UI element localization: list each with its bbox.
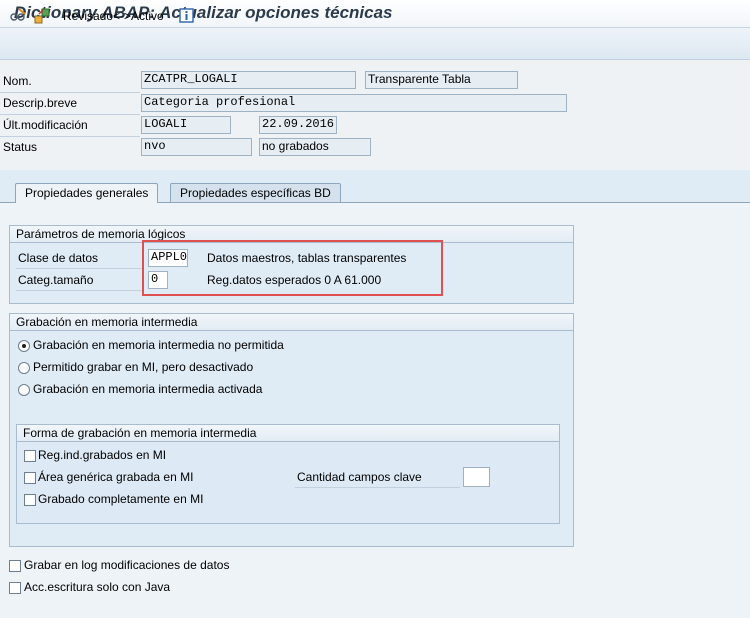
checkbox-log-data-changes[interactable] bbox=[9, 560, 21, 572]
last-modified-user-field: LOGALI bbox=[141, 116, 231, 134]
radio-label[interactable]: Grabación en memoria intermedia activada bbox=[33, 382, 262, 396]
checkbox-java-write-access[interactable] bbox=[9, 582, 21, 594]
application-toolbar bbox=[0, 28, 750, 60]
status-text-field: no grabados bbox=[259, 138, 371, 156]
last-modified-label: Últ.modificación bbox=[3, 118, 88, 132]
checkbox-generic-area[interactable] bbox=[24, 472, 36, 484]
highlight-box bbox=[142, 240, 443, 296]
glasses-pencil-icon[interactable] bbox=[9, 7, 27, 25]
divider bbox=[0, 136, 140, 137]
last-modified-date-field: 22.09.2016 bbox=[259, 116, 337, 134]
checkbox-label[interactable]: Reg.ind.grabados en MI bbox=[38, 448, 166, 462]
key-fields-count-input[interactable] bbox=[463, 467, 490, 487]
divider bbox=[295, 487, 460, 488]
status-field: nvo bbox=[141, 138, 252, 156]
size-category-label: Categ.tamaño bbox=[18, 273, 94, 287]
descrip-label: Descrip.breve bbox=[3, 96, 78, 110]
tab-general-properties[interactable]: Propiedades generales bbox=[15, 183, 159, 203]
checkbox-label[interactable]: Acc.escritura solo con Java bbox=[24, 580, 170, 594]
divider bbox=[16, 268, 142, 269]
activate-icon[interactable] bbox=[33, 7, 51, 25]
key-fields-label: Cantidad campos clave bbox=[297, 470, 422, 484]
table-name-field[interactable]: ZCATPR_LOGALI bbox=[141, 71, 356, 89]
group-title: Grabación en memoria intermedia bbox=[10, 314, 573, 331]
checkbox-label[interactable]: Área genérica grabada en MI bbox=[38, 470, 193, 484]
status-label: Status bbox=[3, 140, 38, 154]
short-description-field[interactable]: Categoria profesional bbox=[141, 94, 567, 112]
radio-buffering-on[interactable] bbox=[18, 384, 30, 396]
checkbox-label[interactable]: Grabar en log modificaciones de datos bbox=[24, 558, 229, 572]
radio-label[interactable]: Permitido grabar en MI, pero desactivado bbox=[33, 360, 253, 374]
tab-db-specific-properties[interactable]: Propiedades específicas BD bbox=[170, 183, 341, 202]
divider bbox=[0, 92, 140, 93]
checkbox-fully-buffered[interactable] bbox=[24, 494, 36, 506]
data-class-label: Clase de datos bbox=[18, 251, 99, 265]
divider bbox=[16, 290, 142, 291]
nom-label: Nom. bbox=[3, 74, 32, 88]
table-type-field: Transparente Tabla bbox=[365, 71, 518, 89]
divider bbox=[0, 114, 140, 115]
checkbox-single-records[interactable] bbox=[24, 450, 36, 462]
radio-label[interactable]: Grabación en memoria intermedia no permi… bbox=[33, 338, 284, 352]
group-title: Forma de grabación en memoria intermedia bbox=[17, 425, 559, 442]
checkbox-label[interactable]: Grabado completamente en MI bbox=[38, 492, 203, 506]
toggle-revised-active-button[interactable]: Revisado<->Activo bbox=[63, 9, 164, 23]
radio-buffering-allowed-off[interactable] bbox=[18, 362, 30, 374]
radio-buffering-not-allowed[interactable] bbox=[18, 340, 30, 352]
info-icon[interactable] bbox=[178, 7, 196, 25]
